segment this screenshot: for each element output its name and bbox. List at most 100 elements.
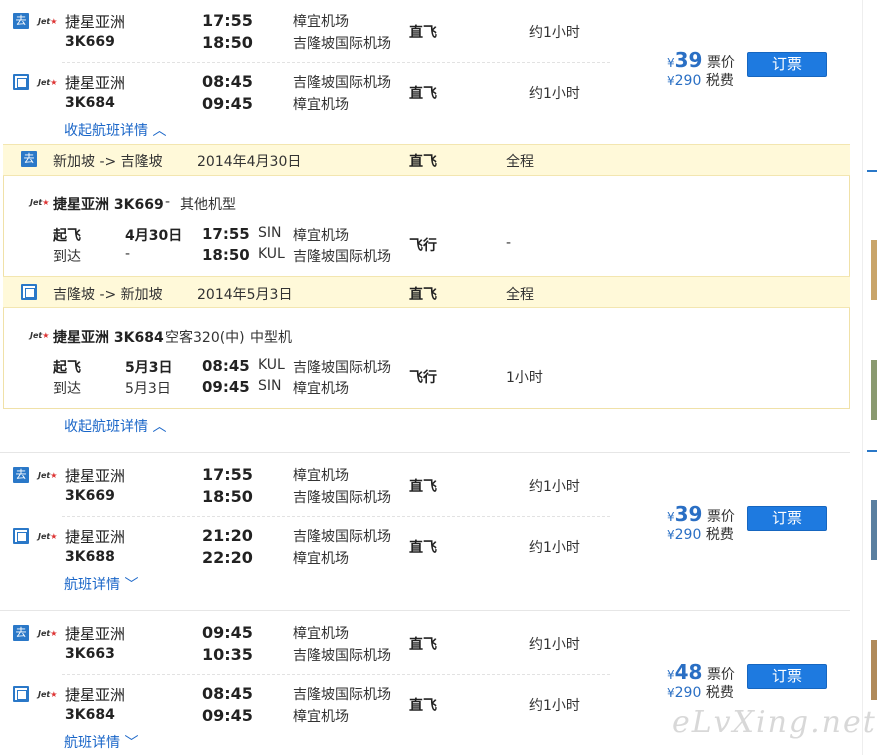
book-button[interactable]: 订票	[747, 506, 827, 531]
flight-type: 直飞	[409, 698, 437, 714]
return-badge-icon	[13, 528, 29, 544]
price-value: 39	[674, 502, 703, 526]
tax-fee: ¥290 税费	[667, 524, 734, 544]
departure-time: 08:45	[202, 684, 253, 703]
tax-label: 税费	[705, 685, 734, 701]
departure-time: 08:45	[202, 357, 250, 375]
return-badge-icon	[21, 284, 37, 300]
departure-airport: 吉隆坡国际机场	[293, 75, 391, 91]
departure-airport: 樟宜机场	[293, 14, 349, 30]
collapse-details-label: 收起航班详情	[64, 123, 148, 139]
arrival-date: 5月3日	[125, 381, 171, 397]
jetstar-logo-icon: Jet★	[30, 331, 50, 340]
departure-date: 5月3日	[125, 360, 173, 376]
arrival-airport: 吉隆坡国际机场	[293, 490, 391, 506]
ticket-price: ¥39 票价	[667, 502, 735, 526]
watermark: eLvXing.net	[672, 705, 877, 740]
book-button[interactable]: 订票	[747, 52, 827, 77]
departure-time: 17:55	[202, 465, 253, 484]
flight-details-link[interactable]: 航班详情 ﹀	[64, 574, 138, 594]
leg-divider	[62, 516, 610, 517]
return-badge-icon	[13, 686, 29, 702]
sidebar-thumbnail[interactable]	[871, 500, 877, 560]
chevron-down-icon: ﹀	[124, 577, 139, 593]
tax-value: 290	[674, 73, 702, 89]
airline-name: 捷星亚洲	[65, 467, 126, 485]
outbound-badge: 去	[21, 151, 37, 167]
price-label: 票价	[706, 55, 735, 71]
tax-value: 290	[674, 685, 702, 701]
sidebar-thumbnail[interactable]	[871, 240, 877, 300]
jet-logo-text: Jet	[30, 198, 43, 207]
departure-airport: 樟宜机场	[293, 468, 349, 484]
departure-airport: 樟宜机场	[293, 228, 349, 244]
jet-logo-text: Jet	[38, 532, 51, 541]
sidebar-thumbnail[interactable]	[871, 360, 877, 420]
chevron-up-icon: ︿	[152, 419, 167, 435]
arrival-date: -	[125, 246, 131, 262]
airline-name: 捷星亚洲	[65, 74, 126, 92]
price-value: 39	[674, 48, 703, 72]
book-button[interactable]: 订票	[747, 664, 827, 689]
flight-number: 3K684	[65, 707, 115, 723]
flight-duration: 约1小时	[529, 540, 580, 556]
chevron-down-icon: ﹀	[124, 735, 139, 751]
outbound-badge: 去	[13, 467, 29, 483]
flight-type: 直飞	[409, 154, 437, 170]
fly-duration: -	[506, 235, 512, 251]
collapse-details-link[interactable]: 收起航班详情 ︿	[64, 120, 166, 140]
aircraft-type: 空客320(中)	[165, 330, 245, 346]
arrival-airport: 吉隆坡国际机场	[293, 36, 391, 52]
arrival-time: 09:45	[202, 378, 250, 396]
flight-details-link[interactable]: 航班详情 ﹀	[64, 732, 138, 752]
flight-duration: 约1小时	[529, 698, 580, 714]
jet-logo-text: Jet	[38, 471, 51, 480]
departure-code: SIN	[258, 225, 282, 241]
departure-time: 09:45	[202, 623, 253, 642]
arrival-airport: 吉隆坡国际机场	[293, 648, 391, 664]
yen-sign: ¥	[667, 56, 675, 70]
price-value: 48	[674, 660, 703, 684]
airline-flight: 捷星亚洲 3K684	[53, 330, 164, 346]
fly-label: 飞行	[409, 370, 437, 386]
tax-fee: ¥290 税费	[667, 70, 734, 90]
collapse-details-label: 收起航班详情	[64, 419, 148, 435]
takeoff-label: 起飞	[53, 360, 81, 376]
jet-logo-text: Jet	[38, 17, 51, 26]
tax-fee: ¥290 税费	[667, 682, 734, 702]
arrival-airport: 樟宜机场	[293, 381, 349, 397]
arrival-time: 22:20	[202, 548, 253, 567]
tax-value: 290	[674, 527, 702, 543]
flight-type: 直飞	[409, 287, 437, 303]
right-sidebar	[862, 0, 877, 755]
fly-label: 飞行	[409, 238, 437, 254]
sidebar-accent	[867, 450, 877, 452]
collapse-details-link[interactable]: 收起航班详情 ︿	[64, 416, 166, 436]
price-label: 票价	[706, 667, 735, 683]
result-divider	[0, 452, 850, 453]
arrival-airport: 吉隆坡国际机场	[293, 249, 391, 265]
separator: -	[165, 194, 171, 210]
flight-number: 3K663	[65, 646, 115, 662]
flight-duration: 约1小时	[529, 25, 580, 41]
flight-number: 3K688	[65, 549, 115, 565]
arrival-time: 18:50	[202, 246, 250, 264]
flight-date: 2014年4月30日	[197, 154, 302, 170]
flight-number: 3K669	[65, 488, 115, 504]
jetstar-logo-icon: Jet★	[38, 17, 58, 26]
flight-duration: 约1小时	[529, 637, 580, 653]
leg-divider	[62, 62, 610, 63]
arrival-time: 18:50	[202, 33, 253, 52]
leg-divider	[62, 674, 610, 675]
chevron-up-icon: ︿	[152, 123, 167, 139]
yen-sign: ¥	[667, 510, 675, 524]
sidebar-thumbnail[interactable]	[871, 640, 877, 700]
takeoff-label: 起飞	[53, 228, 81, 244]
jet-logo-text: Jet	[38, 690, 51, 699]
aircraft-size: 中型机	[250, 330, 292, 346]
flight-type: 直飞	[409, 637, 437, 653]
outbound-badge: 去	[13, 13, 29, 29]
arrival-code: SIN	[258, 378, 282, 394]
landing-label: 到达	[53, 381, 81, 397]
result-divider	[0, 610, 850, 611]
